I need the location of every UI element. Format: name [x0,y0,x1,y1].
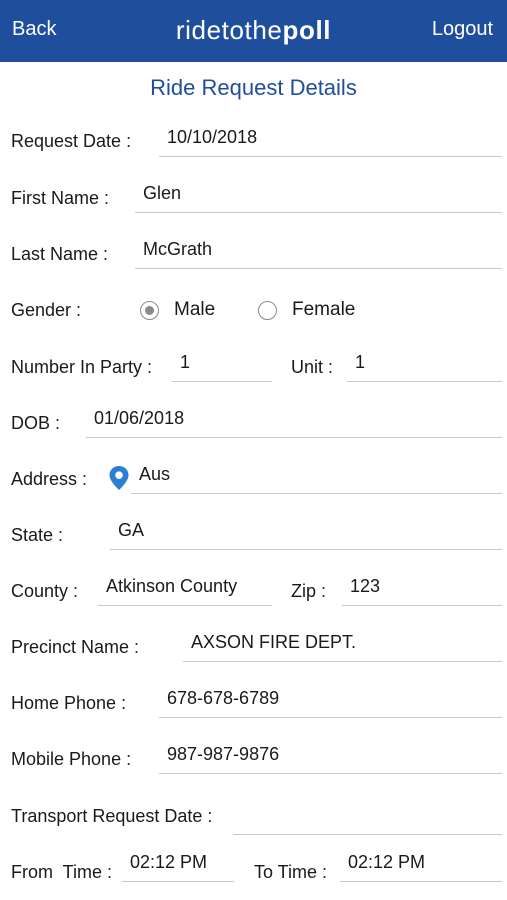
to-time-field[interactable]: 02:12 PM [340,852,502,882]
to-time-label: To Time : [254,862,328,882]
to-time-value: 02:12 PM [348,852,426,872]
last-name-value: McGrath [143,239,213,259]
gender-option-female-label: Female [292,299,356,320]
request-date-value: 10/10/2018 [167,127,258,147]
last-name-field[interactable]: McGrath [135,239,502,269]
gender-label: Gender : [11,300,82,320]
zip-value: 123 [350,576,381,596]
precinct-name-value: AXSON FIRE DEPT. [191,632,357,652]
zip-field[interactable]: 123 [342,576,502,606]
dob-value: 01/06/2018 [94,408,185,428]
home-phone-value: 678-678-6789 [167,688,280,708]
unit-field[interactable]: 1 [347,352,502,382]
radio-unselected-icon [258,300,277,320]
state-value: GA [118,520,145,540]
first-name-value: Glen [143,183,182,203]
page-title: Ride Request Details [150,75,357,100]
home-phone-field[interactable]: 678-678-6789 [159,688,502,718]
transport-request-date-field[interactable] [233,805,502,835]
number-in-party-field[interactable]: 1 [172,352,272,382]
last-name-label: Last Name : [11,244,109,264]
first-name-label: First Name : [11,188,110,208]
number-in-party-value: 1 [180,352,191,372]
dob-label: DOB : [11,413,61,433]
from-time-value: 02:12 PM [130,852,208,872]
precinct-name-label: Precinct Name : [11,637,140,657]
precinct-name-field[interactable]: AXSON FIRE DEPT. [183,632,502,662]
number-in-party-label: Number In Party : [11,357,153,377]
unit-value: 1 [355,352,366,372]
unit-label: Unit : [291,357,334,377]
county-label: County : [11,581,79,601]
state-field[interactable]: GA [110,520,502,550]
logout-button[interactable]: Logout [432,18,493,41]
address-field[interactable]: Aus [131,464,502,494]
home-phone-label: Home Phone : [11,693,127,713]
brand-logo-light: ridetothe [175,15,283,45]
dob-field[interactable]: 01/06/2018 [86,408,502,438]
address-label: Address : [11,469,88,489]
zip-label: Zip : [291,581,327,601]
navbar: Back ridetothepoll Logout [0,0,507,62]
state-label: State : [11,525,64,545]
county-field[interactable]: Atkinson County [98,576,272,606]
brand-logo-bold: poll [282,15,332,45]
request-date-label: Request Date : [11,131,132,151]
gender-radio-male[interactable]: Male [140,299,215,321]
mobile-phone-field[interactable]: 987-987-9876 [159,744,502,774]
address-value: Aus [139,464,171,484]
transport-request-date-label: Transport Request Date : [11,806,213,826]
first-name-field[interactable]: Glen [135,183,502,213]
county-value: Atkinson County [106,576,238,596]
radio-selected-icon [140,300,159,320]
mobile-phone-value: 987-987-9876 [167,744,280,764]
mobile-phone-label: Mobile Phone : [11,749,132,769]
request-date-field[interactable]: 10/10/2018 [159,127,502,157]
from-time-label: From Time : [11,862,113,882]
from-time-field[interactable]: 02:12 PM [122,852,234,882]
gender-option-male-label: Male [174,299,216,320]
gender-radio-female[interactable]: Female [258,299,355,321]
location-pin-icon[interactable] [108,465,130,496]
